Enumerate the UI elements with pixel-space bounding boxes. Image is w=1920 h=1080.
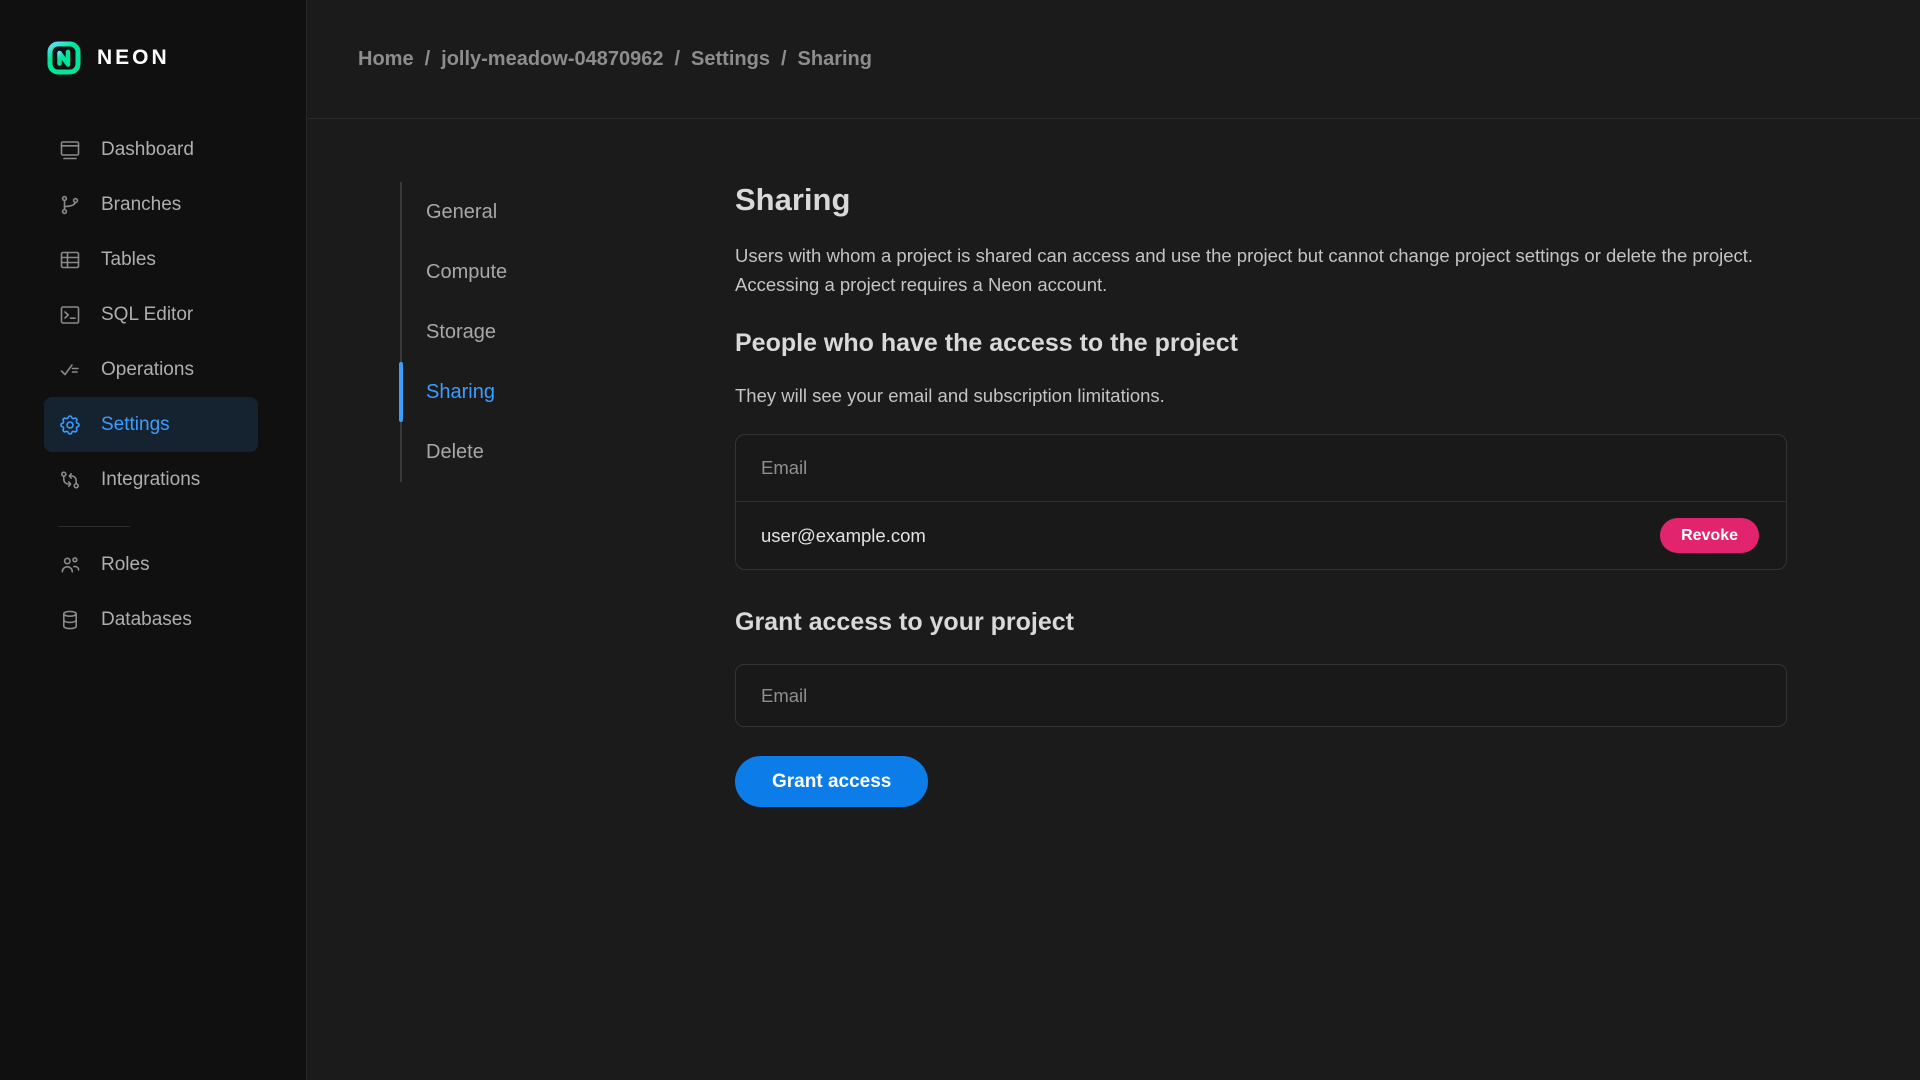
sidebar-item-label: Tables	[101, 249, 156, 271]
settings-subnav: General Compute Storage Sharing Delete	[400, 182, 700, 482]
breadcrumb-project[interactable]: jolly-meadow-04870962	[441, 48, 663, 71]
sidebar: NEON Dashboard Branches	[0, 0, 307, 1080]
grant-access-button[interactable]: Grant access	[735, 756, 928, 807]
breadcrumb-settings[interactable]: Settings	[691, 48, 770, 71]
checklist-icon	[58, 358, 82, 382]
member-row: user@example.com Revoke	[736, 501, 1786, 569]
sidebar-item-branches[interactable]: Branches	[44, 177, 258, 232]
breadcrumb: Home / jolly-meadow-04870962 / Settings …	[358, 48, 872, 71]
sharing-content: Sharing Users with whom a project is sha…	[735, 119, 1787, 807]
grant-email-input[interactable]	[735, 664, 1787, 727]
gear-icon	[58, 413, 82, 437]
sidebar-divider	[58, 526, 130, 527]
integrations-icon	[58, 468, 82, 492]
sidebar-nav: Dashboard Branches Tables	[0, 122, 306, 647]
people-section-note: They will see your email and subscriptio…	[735, 385, 1787, 407]
sidebar-item-roles[interactable]: Roles	[44, 537, 258, 592]
table-icon	[58, 248, 82, 272]
sidebar-item-integrations[interactable]: Integrations	[44, 452, 258, 507]
breadcrumb-home[interactable]: Home	[358, 48, 414, 71]
brand-logo[interactable]: NEON	[0, 0, 306, 76]
git-branch-icon	[58, 193, 82, 217]
breadcrumb-separator: /	[781, 48, 787, 71]
sidebar-item-label: Branches	[101, 194, 181, 216]
sidebar-item-label: Operations	[101, 359, 194, 381]
header: Home / jolly-meadow-04870962 / Settings …	[308, 0, 1920, 119]
page-description: Users with whom a project is shared can …	[735, 241, 1787, 299]
subnav-item-compute[interactable]: Compute	[402, 242, 700, 302]
sidebar-item-label: Dashboard	[101, 139, 194, 161]
subnav-item-general[interactable]: General	[402, 182, 700, 242]
subnav-item-delete[interactable]: Delete	[402, 422, 700, 482]
sidebar-item-tables[interactable]: Tables	[44, 232, 258, 287]
brand-name: NEON	[97, 46, 170, 70]
page-title: Sharing	[735, 182, 1787, 218]
members-list: user@example.com Revoke	[735, 434, 1787, 570]
subnav-item-sharing[interactable]: Sharing	[402, 362, 700, 422]
sidebar-item-operations[interactable]: Operations	[44, 342, 258, 397]
main-area: Home / jolly-meadow-04870962 / Settings …	[308, 0, 1920, 1080]
sidebar-item-settings[interactable]: Settings	[44, 397, 258, 452]
breadcrumb-separator: /	[425, 48, 431, 71]
sidebar-item-dashboard[interactable]: Dashboard	[44, 122, 258, 177]
sidebar-item-sql-editor[interactable]: SQL Editor	[44, 287, 258, 342]
members-filter-email-input[interactable]	[736, 435, 1786, 501]
users-icon	[58, 553, 82, 577]
member-email: user@example.com	[761, 525, 926, 547]
sidebar-item-label: Settings	[101, 414, 170, 436]
sidebar-item-label: Integrations	[101, 469, 200, 491]
neon-logo-icon	[46, 40, 82, 76]
dashboard-icon	[58, 138, 82, 162]
sidebar-item-label: Databases	[101, 609, 192, 631]
sidebar-item-label: SQL Editor	[101, 304, 193, 326]
terminal-icon	[58, 303, 82, 327]
revoke-button[interactable]: Revoke	[1660, 518, 1759, 553]
sidebar-item-label: Roles	[101, 554, 150, 576]
grant-section-heading: Grant access to your project	[735, 608, 1787, 637]
database-icon	[58, 608, 82, 632]
breadcrumb-separator: /	[674, 48, 680, 71]
sidebar-item-databases[interactable]: Databases	[44, 592, 258, 647]
subnav-item-storage[interactable]: Storage	[402, 302, 700, 362]
breadcrumb-sharing: Sharing	[798, 48, 872, 71]
people-section-heading: People who have the access to the projec…	[735, 329, 1787, 358]
